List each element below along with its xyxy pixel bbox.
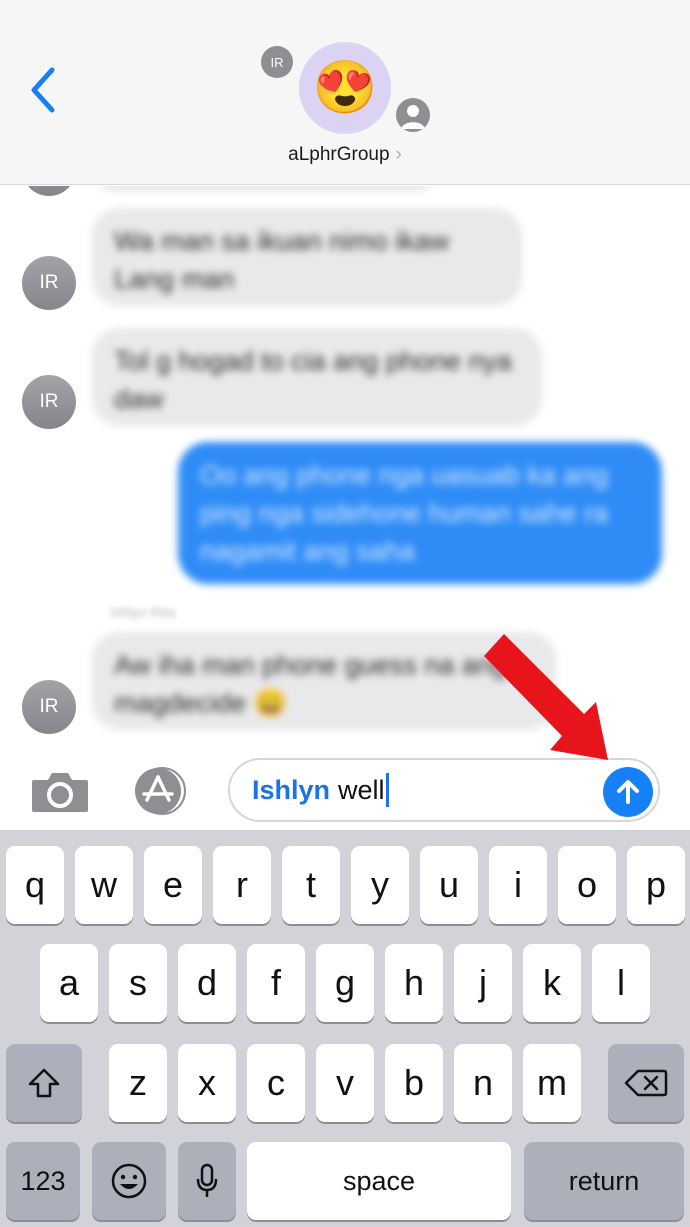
key-r[interactable]: r — [213, 846, 271, 924]
group-name-link[interactable]: aLphrGroup › — [0, 144, 690, 166]
key-z[interactable]: z — [109, 1044, 167, 1122]
message-sender-label: Ishlyn Rita — [110, 604, 176, 620]
key-q[interactable]: q — [6, 846, 64, 924]
key-e[interactable]: e — [144, 846, 202, 924]
key-i[interactable]: i — [489, 846, 547, 924]
sender-avatar: IR — [22, 680, 76, 734]
message-text: Aw iha man phone guess na ang magdecide … — [114, 650, 507, 718]
send-button[interactable] — [603, 767, 653, 817]
key-o[interactable]: o — [558, 846, 616, 924]
key-n[interactable]: n — [454, 1044, 512, 1122]
key-w[interactable]: w — [75, 846, 133, 924]
keyboard: q w e r t y u i o p a s d f g h j k l z … — [0, 830, 690, 1227]
key-u[interactable]: u — [420, 846, 478, 924]
sender-avatar-partial — [22, 186, 76, 196]
shift-key[interactable] — [6, 1044, 82, 1122]
text-caret — [385, 773, 389, 807]
space-key[interactable]: space — [247, 1142, 511, 1220]
message-bubble-incoming: Wa man sa ikuan nimo ikaw Lang man — [92, 208, 522, 306]
key-c[interactable]: c — [247, 1044, 305, 1122]
key-f[interactable]: f — [247, 944, 305, 1022]
conversation-header: IR 😍 aLphrGroup › — [0, 0, 690, 185]
typed-text: well — [338, 774, 385, 805]
numbers-key[interactable]: 123 — [6, 1142, 80, 1220]
member-avatar-person — [396, 98, 430, 132]
delete-key[interactable] — [608, 1044, 684, 1122]
back-chevron-icon — [31, 67, 55, 113]
person-icon — [401, 105, 425, 129]
key-h[interactable]: h — [385, 944, 443, 1022]
chevron-right-icon: › — [395, 144, 402, 165]
message-bubble-partial — [96, 186, 436, 192]
emoji-key[interactable] — [92, 1142, 166, 1220]
message-text: Tol g hogad to cia ang phone nya daw — [114, 346, 512, 414]
key-d[interactable]: d — [178, 944, 236, 1022]
key-l[interactable]: l — [592, 944, 650, 1022]
send-arrow-icon — [617, 780, 639, 804]
mention-token: Ishlyn — [252, 774, 331, 805]
message-list[interactable]: IR Wa man sa ikuan nimo ikaw Lang man IR… — [0, 186, 690, 742]
message-text: Oo ang phone nga uasuab ka ang ping nga … — [200, 460, 609, 566]
key-g[interactable]: g — [316, 944, 374, 1022]
message-bubble-outgoing: Oo ang phone nga uasuab ka ang ping nga … — [178, 442, 662, 584]
return-key[interactable]: return — [524, 1142, 684, 1220]
key-y[interactable]: y — [351, 846, 409, 924]
key-p[interactable]: p — [627, 846, 685, 924]
shift-icon — [28, 1068, 60, 1098]
key-s[interactable]: s — [109, 944, 167, 1022]
key-k[interactable]: k — [523, 944, 581, 1022]
back-button[interactable] — [26, 62, 66, 118]
app-store-icon — [135, 767, 186, 815]
sender-avatar: IR — [22, 256, 76, 310]
key-t[interactable]: t — [282, 846, 340, 924]
message-text: Wa man sa ikuan nimo ikaw Lang man — [114, 226, 450, 294]
microphone-icon — [196, 1163, 218, 1197]
group-avatar[interactable]: 😍 — [299, 42, 391, 134]
key-b[interactable]: b — [385, 1044, 443, 1122]
sender-avatar: IR — [22, 375, 76, 429]
message-bubble-incoming: Aw iha man phone guess na ang magdecide … — [92, 632, 556, 730]
key-j[interactable]: j — [454, 944, 512, 1022]
camera-button[interactable] — [30, 770, 90, 814]
key-x[interactable]: x — [178, 1044, 236, 1122]
group-name-label: aLphrGroup — [288, 144, 390, 165]
message-bubble-incoming: Tol g hogad to cia ang phone nya daw — [92, 328, 542, 426]
camera-icon — [32, 773, 88, 812]
group-emoji: 😍 — [312, 59, 378, 117]
key-v[interactable]: v — [316, 1044, 374, 1122]
message-input[interactable]: Ishlyn well — [228, 758, 660, 822]
member-avatar-ir: IR — [261, 46, 293, 78]
emoji-icon — [111, 1163, 147, 1199]
dictation-key[interactable] — [178, 1142, 236, 1220]
key-a[interactable]: a — [40, 944, 98, 1022]
delete-icon — [624, 1069, 668, 1097]
app-store-button[interactable] — [128, 766, 194, 816]
key-m[interactable]: m — [523, 1044, 581, 1122]
